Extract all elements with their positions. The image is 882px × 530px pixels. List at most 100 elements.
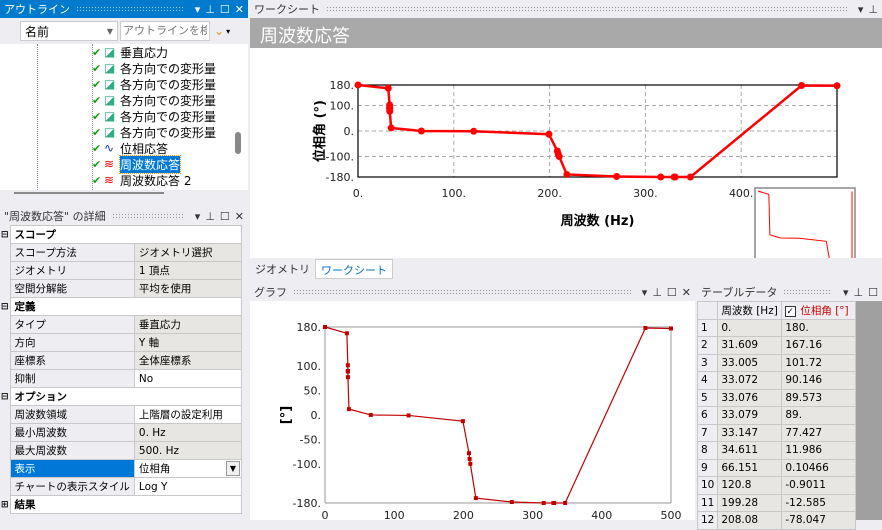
frequency-response-chart: 0. 100. 200. 300. 400. 180. 100. 0. -100. -180. 周波… — [312, 79, 856, 289]
tree-item[interactable]: ✔ ◪ 各方向での変形量 — [92, 124, 216, 140]
details-row[interactable]: 最小周波数 0. Hz — [0, 423, 243, 442]
frequency-cell: 120.8 — [717, 476, 783, 495]
overflow-icon[interactable]: ▾ — [226, 27, 230, 36]
collapse-icon[interactable]: ⊟ — [0, 387, 10, 406]
table-row[interactable]: 10 120.8 -0.9011 — [696, 476, 857, 495]
details-group[interactable]: ⊟ 定義 — [0, 297, 242, 316]
close-icon[interactable]: ✕ — [682, 286, 691, 299]
details-row[interactable]: 最大周波数 500. Hz — [0, 441, 243, 460]
table-row[interactable]: 7 33.147 77.427 — [696, 423, 857, 442]
table-row[interactable]: 9 66.151 0.10466 — [696, 458, 857, 477]
name-column-select[interactable]: 名前 ▼ — [20, 21, 118, 41]
col-phase-header[interactable]: ✓ 位相角 [°] — [781, 301, 857, 320]
y-tick-label: -100. — [293, 458, 321, 471]
tab-geometry[interactable]: ジオメトリ — [250, 259, 315, 279]
maximize-icon[interactable]: ☐ — [220, 210, 230, 223]
y-tick-label: 180. — [297, 321, 322, 334]
collapse-icon[interactable]: ⊟ — [0, 225, 10, 244]
details-row[interactable]: スコープ方法 ジオメトリ選択 — [0, 243, 243, 262]
close-icon[interactable]: ✕ — [235, 3, 244, 16]
col-frequency-header[interactable]: 周波数 [Hz] — [717, 301, 783, 320]
details-row[interactable]: 抑制 No — [0, 369, 243, 388]
row-number: 12 — [696, 511, 719, 530]
details-group[interactable]: ⊞ 結果 — [0, 495, 242, 514]
table-row[interactable]: 5 33.076 89.573 — [696, 388, 857, 407]
table-row[interactable]: 1 0. 180. — [696, 318, 857, 337]
tab-worksheet[interactable]: ワークシート — [315, 259, 393, 279]
chevron-down-icon[interactable]: ▼ — [226, 461, 240, 476]
pin-icon[interactable]: ⊥ — [868, 3, 878, 16]
dropdown-icon[interactable]: ▾ — [843, 286, 849, 299]
details-row[interactable]: 座標系 全体座標系 — [0, 351, 243, 370]
column-checkbox[interactable]: ✓ — [785, 305, 797, 317]
outline-search-input[interactable] — [120, 21, 210, 41]
phase-cell: -12.585 — [781, 493, 857, 512]
graph-title: グラフ — [254, 286, 287, 299]
frequency-cell: 208.08 — [717, 511, 783, 530]
pin-icon[interactable]: ⊥ — [854, 286, 864, 299]
table-row[interactable]: 12 208.08 -78.047 — [696, 511, 857, 530]
details-row[interactable]: 方向 Y 軸 — [0, 333, 243, 352]
details-row[interactable]: チャートの表示スタイル Log Y — [0, 477, 243, 496]
pin-icon[interactable]: ⊥ — [205, 3, 215, 16]
tree-hscrollbar[interactable] — [14, 192, 164, 194]
x-tick-label: 400. — [729, 187, 754, 200]
expand-icon[interactable]: ⊞ — [0, 495, 10, 514]
data-point — [563, 170, 571, 178]
row-number: 11 — [696, 493, 719, 512]
table-row[interactable]: 2 31.609 167.16 — [696, 336, 857, 355]
details-row[interactable]: タイプ 垂直応力 — [0, 315, 243, 334]
tree-item[interactable]: ✔ ≋ 周波数応答 2 — [92, 172, 191, 188]
details-row[interactable]: ジオメトリ 1 頂点 — [0, 261, 243, 280]
tree-item[interactable]: ✔ ◪ 各方向での変形量 — [92, 76, 216, 92]
collapse-icon[interactable]: ⊟ — [0, 297, 10, 316]
maximize-icon[interactable]: ☐ — [667, 286, 677, 299]
data-point — [613, 172, 621, 180]
tree-vscrollbar[interactable] — [230, 44, 248, 190]
property-label: 最大周波数 — [9, 441, 135, 460]
table-data-grid: 周波数 [Hz] ✓ 位相角 [°] 1 0. 180. 2 31.609 167.16 3 33… — [696, 301, 857, 530]
pin-icon[interactable]: ⊥ — [652, 286, 662, 299]
search-options-icon[interactable]: ⌄ — [214, 24, 224, 38]
row-number: 1 — [696, 318, 719, 337]
table-row[interactable]: 8 34.611 11.986 — [696, 441, 857, 460]
property-value[interactable]: 位相角 ▼ — [133, 459, 243, 478]
details-row[interactable]: 空間分解能 平均を使用 — [0, 279, 243, 298]
table-row[interactable]: 11 199.28 -12.585 — [696, 493, 857, 512]
details-row[interactable]: 周波数領域 上階層の設定利用 — [0, 405, 243, 424]
worksheet-panel: ワークシート ▾ ⊥ 周波数応答 0. 100. 200. 300. 400. 180. 100… — [250, 0, 882, 289]
tree-item[interactable]: ✔ ◪ 各方向での変形量 — [92, 60, 216, 76]
tree-item[interactable]: ✔ ◪ 垂直応力 — [92, 44, 168, 60]
table-row[interactable]: 3 33.005 101.72 — [696, 353, 857, 372]
phase-cell: 0.10466 — [781, 458, 857, 477]
maximize-icon[interactable]: ☐ — [220, 3, 230, 16]
phase-cell: 90.146 — [781, 371, 857, 390]
data-point — [466, 451, 471, 456]
x-tick-label: 0. — [353, 187, 364, 200]
phase-cell: 77.427 — [781, 423, 857, 442]
outline-tree: ✔ ◪ 垂直応力 ✔ ◪ 各方向での変形量 ✔ ◪ 各方向での変形量 ✔ ◪ 各方向での変形量 ✔ ◪ 各方… — [0, 44, 230, 190]
tree-item[interactable]: ✔ ≋ 周波数応答 — [92, 154, 182, 174]
tree-item[interactable]: ✔ ∿ 位相応答 — [92, 140, 168, 156]
col-phase-label: 位相角 [°] — [800, 304, 849, 317]
tree-item[interactable]: ✔ ◪ 各方向での変形量 — [92, 108, 216, 124]
details-group[interactable]: ⊟ スコープ — [0, 225, 242, 244]
table-row[interactable]: 4 33.072 90.146 — [696, 371, 857, 390]
phase-cell: -0.9011 — [781, 476, 857, 495]
frequency-response-icon: ≋ — [104, 173, 115, 187]
table-row[interactable]: 6 33.079 89. — [696, 406, 857, 425]
maximize-icon[interactable]: ☐ — [868, 286, 878, 299]
details-row[interactable]: 表示 位相角 ▼ — [0, 459, 243, 478]
pin-icon[interactable]: ⊥ — [205, 210, 215, 223]
y-tick-label: 100. — [330, 99, 355, 112]
dropdown-icon[interactable]: ▾ — [858, 3, 864, 16]
property-value: 垂直応力 — [133, 315, 243, 334]
details-group[interactable]: ⊟ オプション — [0, 387, 242, 406]
close-icon[interactable]: ✕ — [235, 210, 244, 223]
x-tick-label: 100 — [384, 509, 405, 520]
tree-item[interactable]: ✔ ◪ 各方向での変形量 — [92, 92, 216, 108]
dropdown-icon[interactable]: ▾ — [195, 3, 201, 16]
dropdown-icon[interactable]: ▾ — [195, 210, 201, 223]
property-value: 500. Hz — [133, 441, 243, 460]
dropdown-icon[interactable]: ▾ — [642, 286, 648, 299]
